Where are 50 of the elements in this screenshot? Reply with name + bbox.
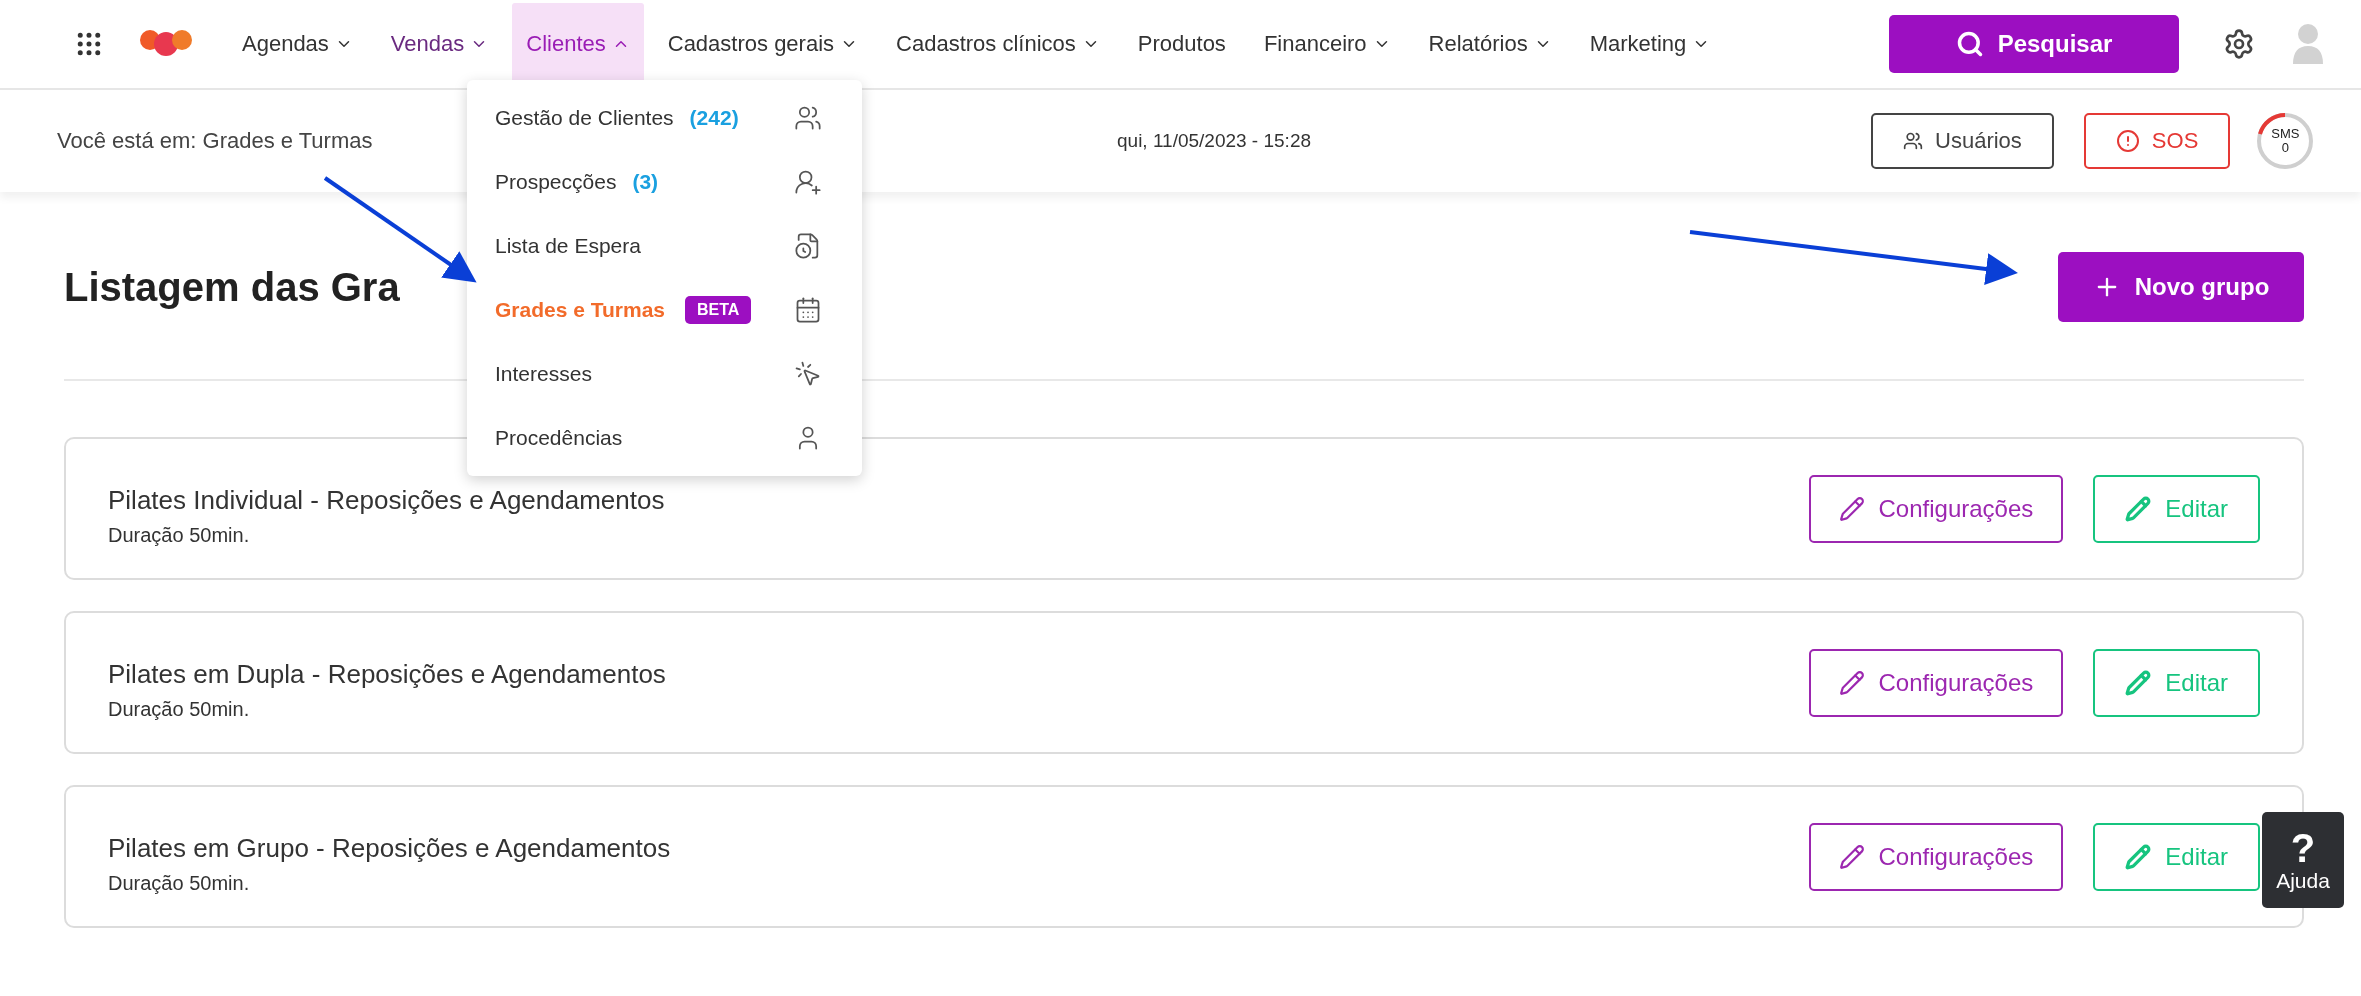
pencil-icon	[2125, 495, 2152, 522]
date-time: qui, 11/05/2023 - 15:28	[1117, 130, 1312, 152]
settings-button[interactable]: Configurações	[1808, 474, 2064, 543]
settings-button[interactable]: Configurações	[1808, 648, 2064, 717]
settings-icon[interactable]	[2223, 28, 2255, 60]
sms-gauge-icon[interactable]	[2256, 112, 2315, 170]
pencil-icon	[1838, 669, 1865, 696]
pencil-icon	[2125, 669, 2152, 696]
pencil-icon	[1838, 843, 1865, 870]
breadcrumb: Você está em: Grades e Turmas	[57, 128, 374, 154]
sms-label: SMS	[2271, 127, 2300, 141]
menu-item[interactable]: Grades e Turmas BETA	[467, 278, 862, 342]
menu-item[interactable]: Prospecções (3)	[467, 150, 862, 214]
pencil-icon	[1838, 495, 1865, 522]
beta-badge: BETA	[685, 296, 752, 324]
group-duration: Duração 50min.	[108, 871, 251, 895]
alert-icon	[2115, 129, 2140, 153]
menu-item[interactable]: Interesses	[467, 342, 862, 406]
group-name: Pilates Individual - Reposições e Agendamentos	[108, 484, 666, 516]
settings-button[interactable]: Configurações	[1808, 822, 2064, 891]
users-button[interactable]: Usuários	[1871, 113, 2054, 169]
nav-menu-item[interactable]: Produtos	[1123, 3, 1240, 85]
sos-button[interactable]: SOS	[2083, 113, 2231, 169]
pencil-icon	[2125, 843, 2152, 870]
menu-item[interactable]: Procedências	[467, 406, 862, 470]
group-name: Pilates em Grupo - Reposições e Agendamentos	[108, 832, 672, 864]
page-title: Listagem das Gra	[64, 264, 400, 310]
menu-item[interactable]: Lista de Espera	[467, 214, 862, 278]
menu-item-icon	[794, 296, 822, 324]
menu-item-icon	[794, 104, 822, 132]
group-duration: Duração 50min.	[108, 523, 251, 547]
nav-menu-item[interactable]: Agendas	[228, 3, 367, 85]
nav-menu-item[interactable]: Marketing	[1575, 3, 1725, 85]
nav-menu-item[interactable]: Relatórios	[1414, 3, 1566, 85]
search-icon	[1955, 30, 1984, 58]
search-button[interactable]: Pesquisar	[1889, 15, 2179, 73]
nav-menu-item[interactable]: Cadastros gerais	[653, 3, 873, 85]
group-duration: Duração 50min.	[108, 697, 251, 721]
logo-icon	[138, 29, 194, 59]
users-icon	[1903, 131, 1924, 151]
nav-menu-item[interactable]: Cadastros clínicos	[882, 3, 1114, 85]
menu-item-icon	[794, 360, 822, 388]
sms-count: 0	[2281, 141, 2289, 155]
menu-item[interactable]: Gestão de Clientes (242)	[467, 86, 862, 150]
nav-menu-item[interactable]: Vendas	[376, 3, 503, 85]
new-group-button[interactable]: Novo grupo	[2058, 252, 2304, 322]
nav-menu-item[interactable]: Financeiro	[1249, 3, 1405, 85]
menu-item-icon	[794, 168, 822, 196]
group-name: Pilates em Dupla - Reposições e Agendamentos	[108, 658, 667, 690]
help-button[interactable]: ? Ajuda	[2262, 812, 2344, 908]
